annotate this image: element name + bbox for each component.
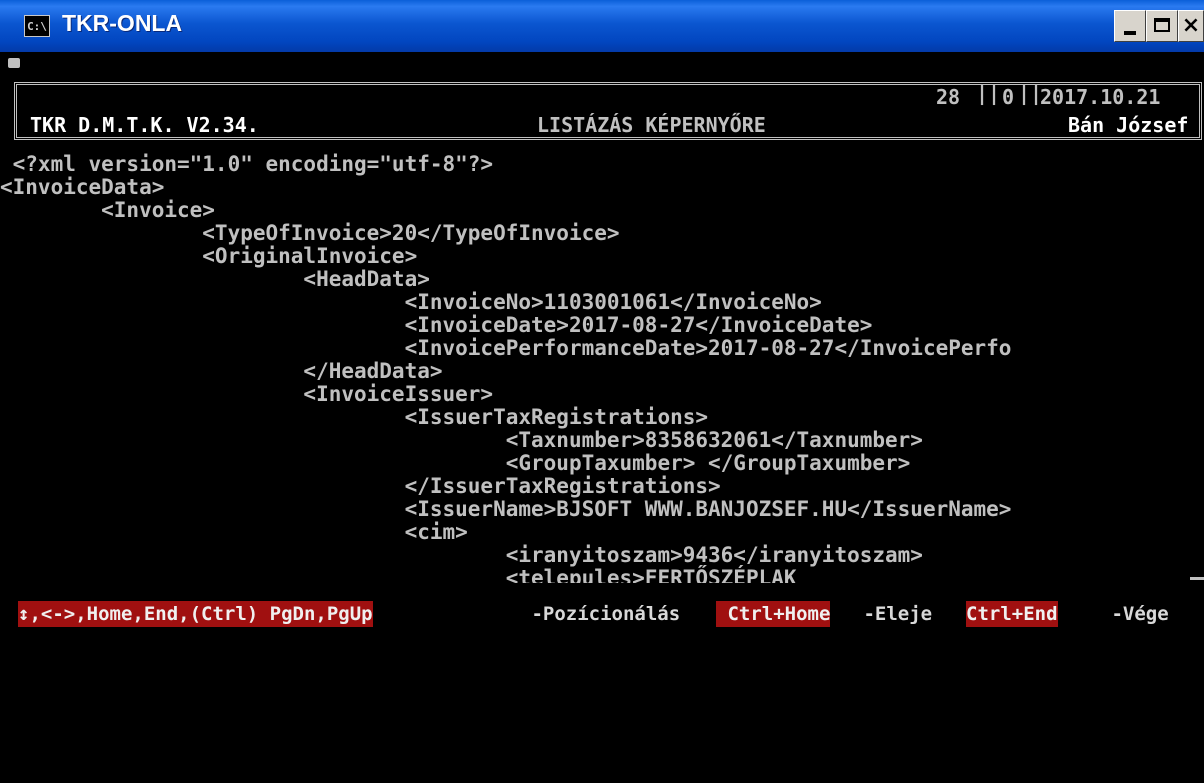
code-line: </IssuerTaxRegistrations>: [0, 474, 721, 498]
key-hint-label: -Eleje: [852, 603, 944, 625]
code-line: <InvoiceData>: [0, 175, 165, 199]
code-line: <HeadData>: [0, 267, 430, 291]
maximize-icon: [1154, 18, 1170, 32]
code-line: <Invoice>: [0, 198, 215, 222]
code-line: <InvoiceNo>1103001061</InvoiceNo>: [0, 290, 822, 314]
key-hint-end[interactable]: Ctrl+End: [966, 601, 1058, 627]
header-date: 2017.10.21: [1040, 85, 1161, 109]
app-name: TKR D.M.T.K. V2.34.: [30, 113, 259, 137]
code-line: <InvoiceIssuer>: [0, 382, 494, 406]
window-title: TKR-ONLA: [62, 10, 183, 36]
code-line: <GroupTaxumber> </GroupTaxumber>: [0, 451, 911, 475]
divider: ||: [976, 81, 1001, 105]
divider: ||: [1018, 81, 1043, 105]
user-name: Bán József: [1068, 113, 1189, 137]
text-cursor: [1190, 577, 1204, 580]
code-line: <TypeOfInvoice>20</TypeOfInvoice>: [0, 221, 620, 245]
maximize-button[interactable]: [1146, 10, 1178, 42]
system-menu-icon[interactable]: [8, 58, 20, 68]
key-hint-label: -Pozícionálás: [520, 603, 692, 625]
code-line: <IssuerTaxRegistrations>: [0, 405, 709, 429]
code-line: <cim>: [0, 520, 468, 544]
screen-title: LISTÁZÁS KÉPERNYŐRE: [537, 113, 766, 137]
code-line: <?xml version="1.0" encoding="utf-8"?>: [0, 153, 494, 176]
minimize-icon: [1124, 31, 1136, 35]
close-button[interactable]: ×: [1178, 10, 1204, 42]
code-line: <IssuerName>BJSOFT WWW.BANJOZSEF.HU</Iss…: [0, 497, 1012, 521]
code-line: <OriginalInvoice>: [0, 244, 418, 268]
code-line: <Taxnumber>8358632061</Taxnumber>: [0, 428, 923, 452]
key-hint-navigation[interactable]: ↕,<->,Home,End,(Ctrl) PgDn,PgUp: [18, 601, 373, 627]
key-hint-home[interactable]: Ctrl+Home: [716, 601, 831, 627]
minimize-button[interactable]: [1114, 10, 1146, 42]
code-line: <InvoicePerformanceDate>2017-08-27</Invo…: [0, 336, 1012, 360]
counter-2: 0: [1002, 85, 1015, 109]
console-area[interactable]: TKR D.M.T.K. V2.34. LISTÁZÁS KÉPERNYŐRE …: [0, 52, 1204, 627]
key-hint-label: -Vége: [1100, 603, 1169, 625]
counter-1: 28: [936, 85, 961, 109]
code-line: <InvoiceDate>2017-08-27</InvoiceDate>: [0, 313, 873, 337]
console-icon[interactable]: C:\: [24, 15, 50, 37]
xml-listing: <?xml version="1.0" encoding="utf-8"?> <…: [0, 153, 1204, 583]
key-hint-bar: ↕,<->,Home,End,(Ctrl) PgDn,PgUp -Pozício…: [0, 601, 1204, 627]
window-title-bar[interactable]: C:\ TKR-ONLA ×: [0, 0, 1204, 53]
code-line: <iranyitoszam>9436</iranyitoszam>: [0, 543, 923, 567]
code-line: </HeadData>: [0, 359, 443, 383]
close-icon: ×: [1181, 13, 1201, 38]
code-line: <telepules>FERTŐSZÉPLAK: [0, 566, 797, 584]
